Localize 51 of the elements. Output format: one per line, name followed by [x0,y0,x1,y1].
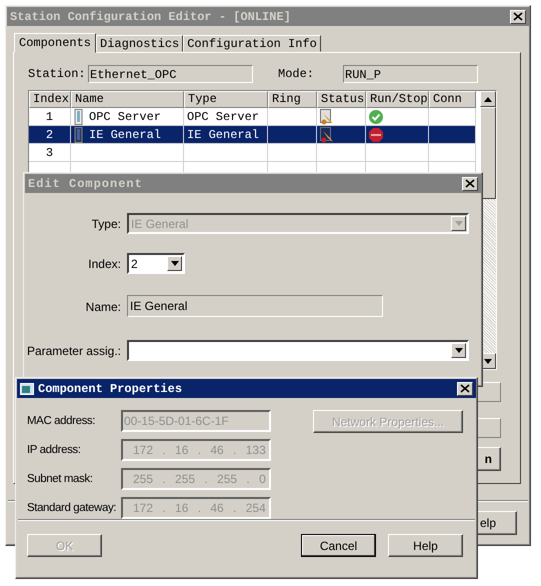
column-header[interactable]: Type [184,91,268,108]
field-label: IP address: [27,444,82,456]
mode-field: RUN_P [343,65,478,83]
window-title: Station Configuration Editor - [ONLINE] [10,10,292,24]
column-header[interactable]: Ring [268,91,317,108]
caret-icon [454,348,462,353]
down-arrow-icon [484,358,492,364]
tab[interactable]: Configuration Info [183,35,321,52]
close-icon [513,12,523,21]
field-label: Subnet mask: [27,473,94,485]
window-icon [20,382,34,394]
field-label: Name: [86,300,121,314]
table-cell: OPC Server [89,110,162,124]
field-label: Parameter assig.: [26,344,121,358]
close-icon [460,384,470,393]
table-cell: OPC Server [187,110,260,124]
field-label: Station: [28,67,87,81]
close-button[interactable] [457,382,473,396]
dialog-title: Component Properties [38,382,184,396]
field-label: MAC address: [27,415,96,427]
table-cell: 1 [46,110,54,124]
dropdown[interactable]: 2 [127,253,185,274]
table-cell: IE General [89,128,162,142]
field-label: Type: [92,216,121,230]
field-label: Index: [88,256,121,270]
station-field: Ethernet_OPC [88,65,253,83]
table-row[interactable]: 3 [29,144,476,162]
table-cell: 2 [46,128,54,142]
column-header[interactable]: Run/Stop [366,91,429,108]
column-header[interactable]: Conn [429,91,476,108]
table-cell: 3 [46,146,54,160]
field-label: Mode: [278,67,316,81]
name-field[interactable]: IE General [127,295,383,317]
caret-icon [454,221,462,226]
column-header[interactable]: Status [317,91,366,108]
caret-icon [170,261,178,266]
field-label: Standard gateway: [27,502,118,514]
table-cell: IE General [187,128,260,142]
device-icon [74,126,83,142]
dialog-button[interactable]: Help [388,534,463,557]
column-header[interactable]: Index [29,91,71,108]
dialog-button[interactable]: Cancel [301,534,376,557]
table-row[interactable]: 2 IE General IE General [29,126,476,144]
tab[interactable]: Diagnostics [96,35,184,52]
device-icon [74,108,83,124]
dropdown[interactable] [127,340,469,361]
column-header[interactable]: Name [71,91,184,108]
up-arrow-icon [484,96,492,102]
close-icon [465,179,475,188]
dialog-title: Edit Component [28,176,144,190]
tab[interactable]: Components [14,33,96,53]
